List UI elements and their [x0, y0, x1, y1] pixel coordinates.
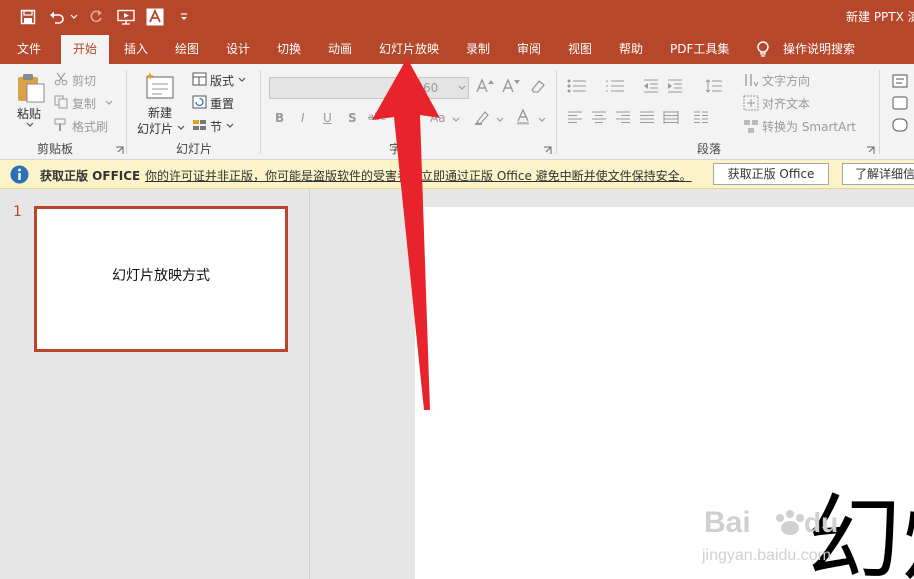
red-arrow-icon — [372, 58, 440, 410]
